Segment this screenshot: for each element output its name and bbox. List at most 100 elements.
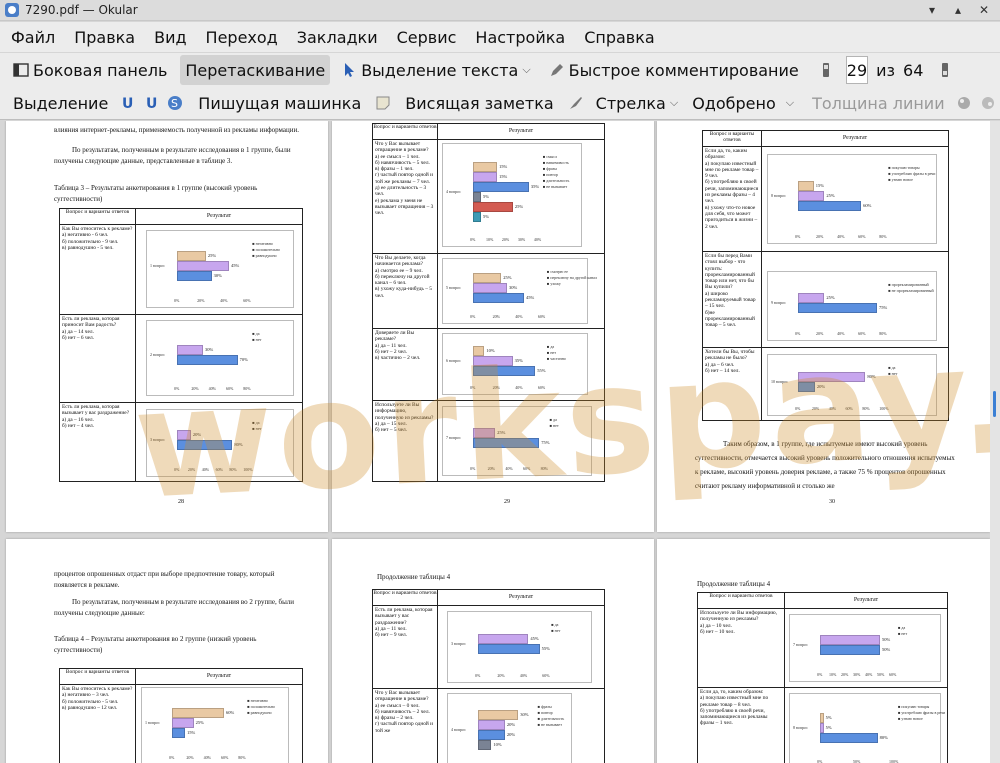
menu-tools[interactable]: Сервис <box>386 28 465 47</box>
chart-category-label: 5 вопрос <box>446 285 461 290</box>
arrow-tool[interactable]: Стрелка ⌵ <box>563 88 684 118</box>
chart-tick-label: 80% <box>879 331 887 336</box>
menu-edit[interactable]: Правка <box>63 28 143 47</box>
chart-legend-entry: ■ повтор <box>537 710 553 715</box>
chart-tick-label: 30% <box>853 672 861 677</box>
line-width-control[interactable]: Толщина линии <box>807 88 950 118</box>
chart-tick-label: 50% <box>853 759 861 763</box>
chevron-down-icon[interactable]: ⌵ <box>522 63 530 77</box>
page-of-label: из <box>876 60 896 80</box>
maximize-button[interactable]: ▴ <box>948 2 968 18</box>
page-up-icon[interactable] <box>818 62 834 78</box>
chart-legend-entry: ■ прорекламированный <box>888 282 929 287</box>
chart-data-label: 55% <box>537 368 546 373</box>
chart-tick-label: 0% <box>470 237 476 242</box>
page-text: Таким образом, в 1 группе, где испытуемы… <box>695 440 955 490</box>
chart-bar <box>820 645 880 655</box>
color-picker-icon[interactable] <box>956 95 972 111</box>
page-28: влияния интернет-рекламы, применяемость … <box>6 121 328 532</box>
question-cell: Используете ли Вы информацию, полученную… <box>697 608 785 688</box>
annotation-toolbar: Выделение U U S Пишущая машинка Висящая … <box>0 87 1000 120</box>
chart-data-label: 55% <box>541 646 550 651</box>
chart-bar <box>473 162 497 172</box>
chart-tick-label: 10% <box>485 237 494 242</box>
chart-tick-label: 20% <box>497 673 505 678</box>
chart-q8-group2: 8 вопрос 0% 50% 100% 5% ■ узнаю новое 5% ■ упот… <box>789 693 945 763</box>
menu-bookmarks[interactable]: Закладки <box>286 28 386 47</box>
chart-tick-label: 40% <box>533 237 542 242</box>
question-cell: Что у Вас вызывает отвращение в рекламе?… <box>372 139 438 254</box>
chart-tick-label: 20% <box>191 386 199 391</box>
chevron-down-icon[interactable]: ⌵ <box>670 96 678 110</box>
drag-mode-label: Перетаскивание <box>185 60 326 80</box>
chart-tick-label: 0% <box>795 406 801 411</box>
chart-category-label: 10 вопрос <box>771 379 788 384</box>
chart-data-label: 80% <box>879 735 888 740</box>
chart-data-label: 60% <box>863 203 872 208</box>
chart-legend-entry: ■ узнаю новое <box>898 716 923 721</box>
window-title: 7290.pdf — Okular <box>25 3 138 17</box>
chart-tick-label: 100% <box>879 406 889 411</box>
chart-legend-entry: ■ равнодушно <box>252 253 277 258</box>
chart-data-label: 30% <box>520 712 529 717</box>
brush-icon <box>568 95 584 111</box>
note-tool[interactable]: Висящая заметка <box>370 88 558 118</box>
document-viewport[interactable]: влияния интернет-рекламы, применяемость … <box>4 121 990 763</box>
underline-icon[interactable]: U <box>119 95 135 112</box>
quick-comment-button[interactable]: Быстрое комментирование <box>544 55 804 85</box>
chart-tick-label: 100% <box>889 759 899 763</box>
highlight-tool[interactable]: Выделение <box>8 88 113 118</box>
page-down-icon[interactable] <box>937 62 953 78</box>
table-header-result: Результат <box>784 592 948 609</box>
vertical-scrollbar[interactable] <box>990 121 1000 763</box>
scrollbar-thumb[interactable] <box>993 391 996 417</box>
chart-q10: 10 вопрос 0% 20% 40% 60% 80% 100% 80% ■ нет 20% ■ … <box>767 354 937 416</box>
chart-bar <box>172 708 224 718</box>
sidebar-icon <box>13 62 29 78</box>
chart-category-label: 1 вопрос <box>150 263 165 268</box>
chart-bar <box>177 271 212 281</box>
close-button[interactable]: ✕ <box>974 2 994 18</box>
sidebar-button[interactable]: Боковая панель <box>8 55 172 85</box>
chart-data-label: 10% <box>486 348 495 353</box>
drag-mode-button[interactable]: Перетаскивание <box>180 55 331 85</box>
chart-bar <box>820 713 824 723</box>
chart-legend-entry: ■ нет <box>888 371 898 376</box>
stamp-tool[interactable]: Одобрено ⌵ <box>687 88 799 118</box>
menu-view[interactable]: Вид <box>143 28 194 47</box>
note-label: Висящая заметка <box>405 93 554 113</box>
chart-bar <box>177 440 233 450</box>
table-caption: Продолжение таблицы 4 <box>377 573 451 581</box>
chart-bar <box>473 356 513 366</box>
chart-data-label: 15% <box>498 164 508 169</box>
chart-tick-label: 0% <box>174 386 180 391</box>
table-header-question: Вопрос и варианты ответов <box>702 130 762 147</box>
chevron-down-icon[interactable]: ⌵ <box>786 96 794 110</box>
table-header-result: Результат <box>761 130 949 147</box>
page-total: 64 <box>903 60 924 80</box>
question-cell: Есть ли реклама, которая вызывает у вас … <box>372 605 438 689</box>
chart-tick-label: 40% <box>515 385 523 390</box>
text-select-button[interactable]: Выделение текста ⌵ <box>336 55 535 85</box>
question-cell: Что Вы делаете, когда начинается реклама… <box>372 253 438 329</box>
opacity-icon[interactable] <box>980 95 996 111</box>
chart-tick-label: 20% <box>197 298 205 303</box>
strikeout-icon[interactable]: S <box>167 95 183 111</box>
menu-settings[interactable]: Настройка <box>464 28 573 47</box>
chart-legend-entry: ■ да <box>546 344 555 349</box>
menu-file[interactable]: Файл <box>0 28 63 47</box>
chart-data-label: 15% <box>815 183 825 188</box>
question-cell: Используете ли Вы информацию, полученную… <box>372 400 438 482</box>
typewriter-tool[interactable]: Пишущая машинка <box>193 88 366 118</box>
minimize-button[interactable]: ▾ <box>922 2 942 18</box>
chart-data-label: 50% <box>882 647 891 652</box>
chart-q2: 2 вопрос 0% 20% 40% 60% 80% 30% ■ нет 70% ■ да <box>146 320 294 396</box>
menu-help[interactable]: Справка <box>573 28 663 47</box>
page-number-input[interactable]: 29 <box>845 56 869 84</box>
squiggly-underline-icon[interactable]: U <box>143 95 159 112</box>
chart-legend-entry: ■ употребляю фразы в речи <box>898 710 946 715</box>
menu-go[interactable]: Переход <box>195 28 286 47</box>
chart-legend-entry: ■ повтор <box>542 172 558 177</box>
chart-legend-entry: ■ да <box>252 420 260 425</box>
chart-data-label: 30% <box>204 347 214 352</box>
